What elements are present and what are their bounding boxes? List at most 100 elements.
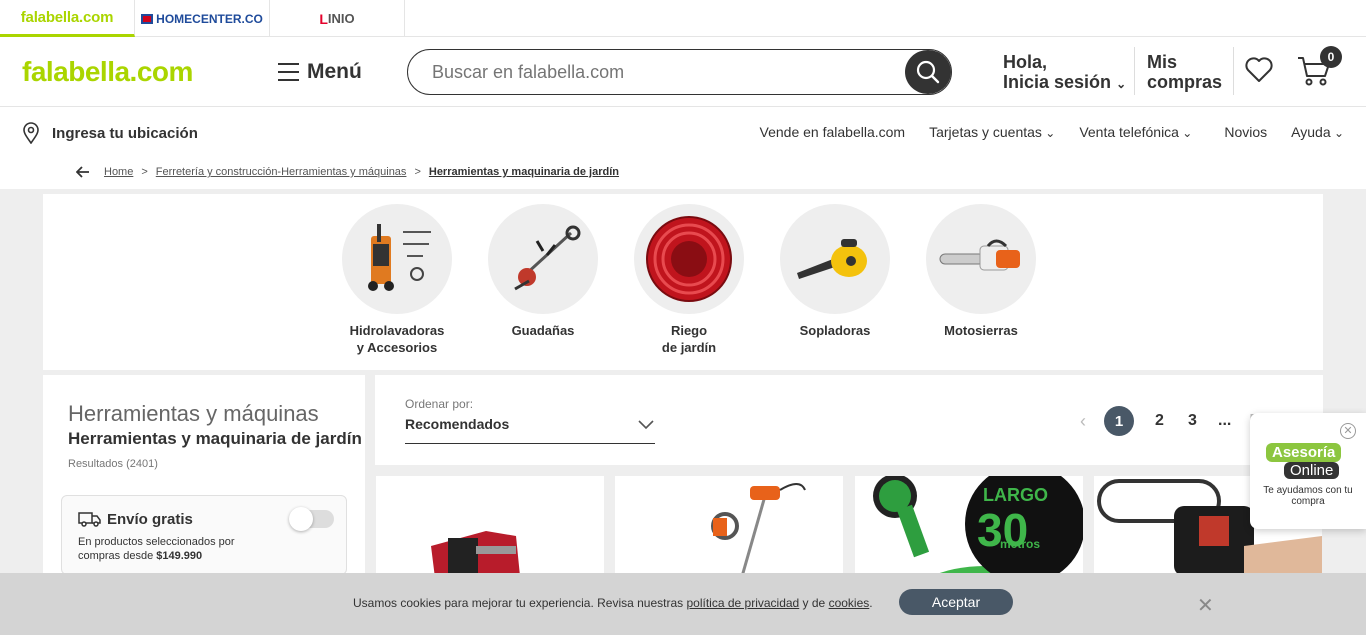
nav-link-cards-label: Tarjetas y cuentas	[929, 124, 1042, 140]
menu-label: Menú	[307, 60, 362, 83]
free-shipping-toggle[interactable]	[289, 507, 334, 531]
privacy-policy-link[interactable]: política de privacidad	[686, 596, 799, 610]
page-button-current[interactable]: 1	[1104, 406, 1134, 436]
brand-tab-homecenter[interactable]: HOMECENTER.CO	[135, 0, 270, 37]
page-button[interactable]: 3	[1185, 412, 1200, 430]
nav-link-help-label: Ayuda	[1291, 124, 1331, 140]
divider	[1134, 47, 1135, 95]
main-header: falabella.com Menú Hola, Inicia sesión ⌄…	[0, 37, 1366, 107]
category-chainsaws[interactable]: Motosierras	[908, 204, 1054, 339]
category-irrigation[interactable]: Riego de jardín	[616, 204, 762, 356]
pressure-washer-icon	[342, 204, 452, 314]
brand-tab-falabella[interactable]: falabella.com	[0, 0, 135, 37]
site-logo[interactable]: falabella.com	[22, 56, 193, 88]
search-input[interactable]	[432, 62, 892, 83]
free-shipping-filter: Envío gratis En productos seleccionados …	[61, 495, 347, 575]
location-label: Ingresa tu ubicación	[52, 124, 198, 142]
brand-linio-rest: INIO	[327, 11, 355, 26]
hamburger-icon	[278, 63, 299, 81]
sub-navigation: Ingresa tu ubicación Vende en falabella.…	[0, 107, 1366, 157]
breadcrumb-separator: >	[141, 166, 148, 178]
category-label: Hidrolavadoras	[349, 323, 445, 338]
search-button[interactable]	[905, 50, 951, 94]
breadcrumb: Home > Ferretería y construcción-Herrami…	[0, 157, 1366, 189]
category-label: de jardín	[661, 340, 717, 355]
breadcrumb-separator: >	[414, 166, 421, 178]
chat-title: Asesoría	[1266, 443, 1342, 462]
truck-icon	[78, 512, 101, 527]
cookie-text-end: .	[869, 596, 873, 610]
free-shipping-title: Envío gratis	[107, 511, 193, 528]
nav-link-cards[interactable]: Tarjetas y cuentas	[929, 124, 1055, 140]
category-label: Motosierras	[944, 323, 1018, 338]
homecenter-logo-icon	[141, 13, 154, 24]
nav-link-novios[interactable]: Novios	[1224, 124, 1267, 140]
svg-text:metros: metros	[1000, 537, 1040, 551]
breadcrumb-level1[interactable]: Ferretería y construcción-Herramientas y…	[156, 166, 407, 178]
breadcrumb-home[interactable]: Home	[104, 166, 133, 178]
category-label: Guadañas	[511, 323, 575, 338]
category-label: y Accesorios	[356, 340, 438, 355]
page-ellipsis: ...	[1218, 412, 1232, 429]
nav-link-phone-sales-label: Venta telefónica	[1079, 124, 1179, 140]
search-icon	[916, 60, 940, 84]
cookie-banner: Usamos cookies para mejorar tu experienc…	[0, 573, 1366, 635]
category-carousel: Hidrolavadoras y Accesorios Guadañas Rieg…	[43, 194, 1323, 370]
cookie-text-before: Usamos cookies para mejorar tu experienc…	[353, 596, 687, 610]
category-trimmers[interactable]: Guadañas	[470, 204, 616, 339]
close-icon[interactable]: ✕	[1197, 593, 1214, 618]
cookies-policy-link[interactable]: cookies	[829, 596, 870, 610]
category-blowers[interactable]: Sopladoras	[762, 204, 908, 339]
trimmer-icon	[488, 204, 598, 314]
chevron-down-icon	[638, 420, 654, 430]
nav-link-sell[interactable]: Vende en falabella.com	[760, 124, 906, 140]
category-pressure-washers[interactable]: Hidrolavadoras y Accesorios	[324, 204, 470, 356]
free-shipping-amount: $149.990	[156, 550, 203, 562]
back-arrow-icon[interactable]	[76, 166, 90, 178]
sort-value: Recomendados	[405, 416, 510, 432]
my-purchases-button[interactable]: Mis compras	[1147, 52, 1222, 92]
sort-dropdown[interactable]: Recomendados	[405, 416, 655, 444]
free-shipping-desc: En productos seleccionados por	[78, 536, 235, 548]
category-label: Riego	[670, 323, 708, 338]
prev-page-button[interactable]: ‹	[1080, 411, 1086, 432]
purchases-line1: Mis	[1147, 52, 1178, 72]
sort-label: Ordenar por:	[405, 397, 474, 411]
accept-cookies-button[interactable]: Aceptar	[899, 589, 1013, 615]
category-label: Sopladoras	[799, 323, 871, 338]
nav-links: Vende en falabella.com Tarjetas y cuenta…	[760, 124, 1344, 140]
login-greeting: Hola,	[1003, 52, 1048, 72]
cookie-text-mid: y de	[799, 596, 829, 610]
brand-linio-l: L	[319, 10, 328, 27]
brand-tab-linio[interactable]: L INIO	[270, 0, 405, 37]
results-count: Resultados (2401)	[68, 458, 158, 470]
chat-widget[interactable]: ✕ Asesoría Online Te ayudamos con tu com…	[1250, 413, 1366, 529]
search-bar	[407, 49, 952, 95]
divider	[1233, 47, 1234, 95]
wishlist-button[interactable]	[1245, 57, 1273, 88]
location-selector[interactable]: Ingresa tu ubicación	[22, 122, 198, 144]
location-pin-icon	[23, 122, 39, 144]
menu-button[interactable]: Menú	[278, 60, 362, 84]
breadcrumb-current[interactable]: Herramientas y maquinaria de jardín	[429, 166, 619, 178]
cookie-text: Usamos cookies para mejorar tu experienc…	[353, 596, 873, 610]
page-button[interactable]: 2	[1152, 412, 1167, 430]
chevron-down-icon: ⌄	[1116, 77, 1127, 91]
chat-title-online: Online	[1284, 462, 1340, 479]
brand-falabella-label: falabella.com	[20, 8, 114, 26]
login-button[interactable]: Hola, Inicia sesión ⌄	[1003, 52, 1126, 94]
nav-link-help[interactable]: Ayuda	[1291, 124, 1344, 140]
free-shipping-desc-prefix: compras desde	[78, 550, 157, 562]
close-icon[interactable]: ✕	[1340, 423, 1356, 439]
hose-icon	[634, 204, 744, 314]
chainsaw-icon	[926, 204, 1036, 314]
blower-icon	[780, 204, 890, 314]
login-label: Inicia sesión	[1003, 72, 1112, 92]
page-title: Herramientas y maquinaria de jardín	[68, 429, 362, 448]
nav-link-phone-sales[interactable]: Venta telefónica	[1079, 124, 1192, 140]
brand-bar: falabella.com HOMECENTER.CO L INIO	[0, 0, 1366, 37]
heart-icon	[1245, 57, 1273, 82]
pagination: ‹ 1 2 3 ... 51	[1080, 406, 1267, 436]
brand-homecenter-label: HOMECENTER.CO	[156, 11, 263, 26]
svg-text:LARGO: LARGO	[983, 485, 1048, 505]
